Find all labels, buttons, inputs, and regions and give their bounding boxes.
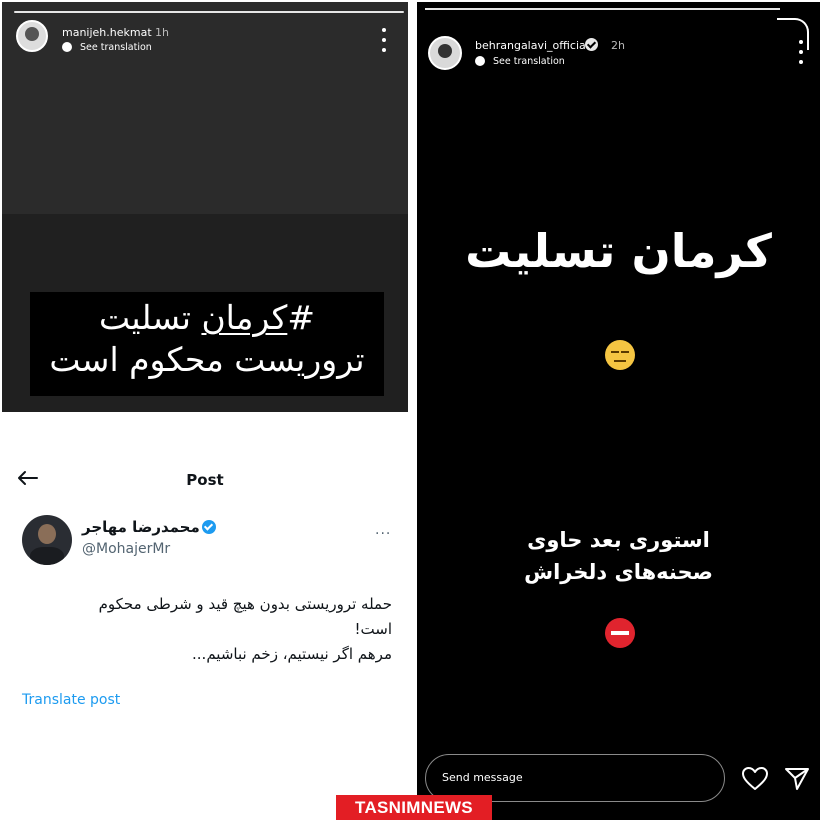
story-progress-bar xyxy=(14,11,404,13)
post-line: است! xyxy=(354,620,392,638)
send-message-placeholder: Send message xyxy=(442,771,523,784)
more-options-icon[interactable]: ··· xyxy=(375,526,391,542)
story-progress-bar xyxy=(425,8,780,10)
send-arrow-icon[interactable] xyxy=(784,766,810,792)
subtitle-line: استوری بعد حاوی xyxy=(527,528,710,552)
author-handle[interactable]: @MohajerMr xyxy=(82,541,170,557)
expressionless-face-icon xyxy=(605,340,635,370)
avatar[interactable] xyxy=(16,20,48,52)
story-username[interactable]: manijeh.hekmat xyxy=(62,26,152,39)
more-options-icon[interactable] xyxy=(795,40,807,64)
verified-badge-icon xyxy=(202,520,216,534)
heart-icon[interactable] xyxy=(741,766,769,792)
story-caption-line-1: #کرمان تسلیت xyxy=(30,298,384,337)
translation-icon[interactable] xyxy=(62,42,72,52)
caption-word: تسلیت xyxy=(99,298,191,337)
story-timestamp: 1h xyxy=(155,26,169,39)
subtitle-line: صحنه‌های دلخراش xyxy=(524,560,713,584)
story-username[interactable]: behrangalavi_official xyxy=(475,39,589,52)
avatar[interactable] xyxy=(428,36,462,70)
translate-post-link[interactable]: Translate post xyxy=(22,692,120,708)
post-line: حمله تروریستی بدون هیچ قید و شرطی محکوم xyxy=(98,595,392,613)
author-name[interactable]: محمدرضا مهاجر xyxy=(82,518,200,536)
story-timestamp: 2h xyxy=(611,39,625,52)
hashtag-link[interactable]: کرمان xyxy=(201,298,287,337)
page-title: Post xyxy=(186,471,224,489)
x-post-view: Post محمدرضا مهاجر @MohajerMr ··· حمله ت… xyxy=(2,452,408,802)
instagram-story-behrangalavi: behrangalavi_official 2h See translation… xyxy=(417,2,820,820)
verified-badge-icon xyxy=(585,38,598,51)
more-options-icon[interactable] xyxy=(378,28,390,52)
story-caption-line-2: تروریست محکوم است xyxy=(49,340,365,379)
tasnim-news-watermark: TASNIMNEWS xyxy=(336,795,492,820)
see-translation-link[interactable]: See translation xyxy=(80,42,152,53)
hashtag-symbol: # xyxy=(287,298,315,337)
story-headline: کرمان تسلیت xyxy=(465,224,772,278)
avatar[interactable] xyxy=(22,515,72,565)
see-translation-link[interactable]: See translation xyxy=(493,56,565,67)
post-line: مرهم اگر نیستیم، زخم نباشیم... xyxy=(192,645,392,663)
translation-icon[interactable] xyxy=(475,56,485,66)
no-entry-icon xyxy=(605,618,635,648)
instagram-story-manijeh: manijeh.hekmat 1h See translation #کرمان… xyxy=(2,2,408,412)
story-subtitle: استوری بعد حاوی صحنه‌های دلخراش xyxy=(417,524,820,588)
story-text-box: #کرمان تسلیت تروریست محکوم است xyxy=(30,292,384,396)
post-body: حمله تروریستی بدون هیچ قید و شرطی محکوم … xyxy=(22,592,392,667)
